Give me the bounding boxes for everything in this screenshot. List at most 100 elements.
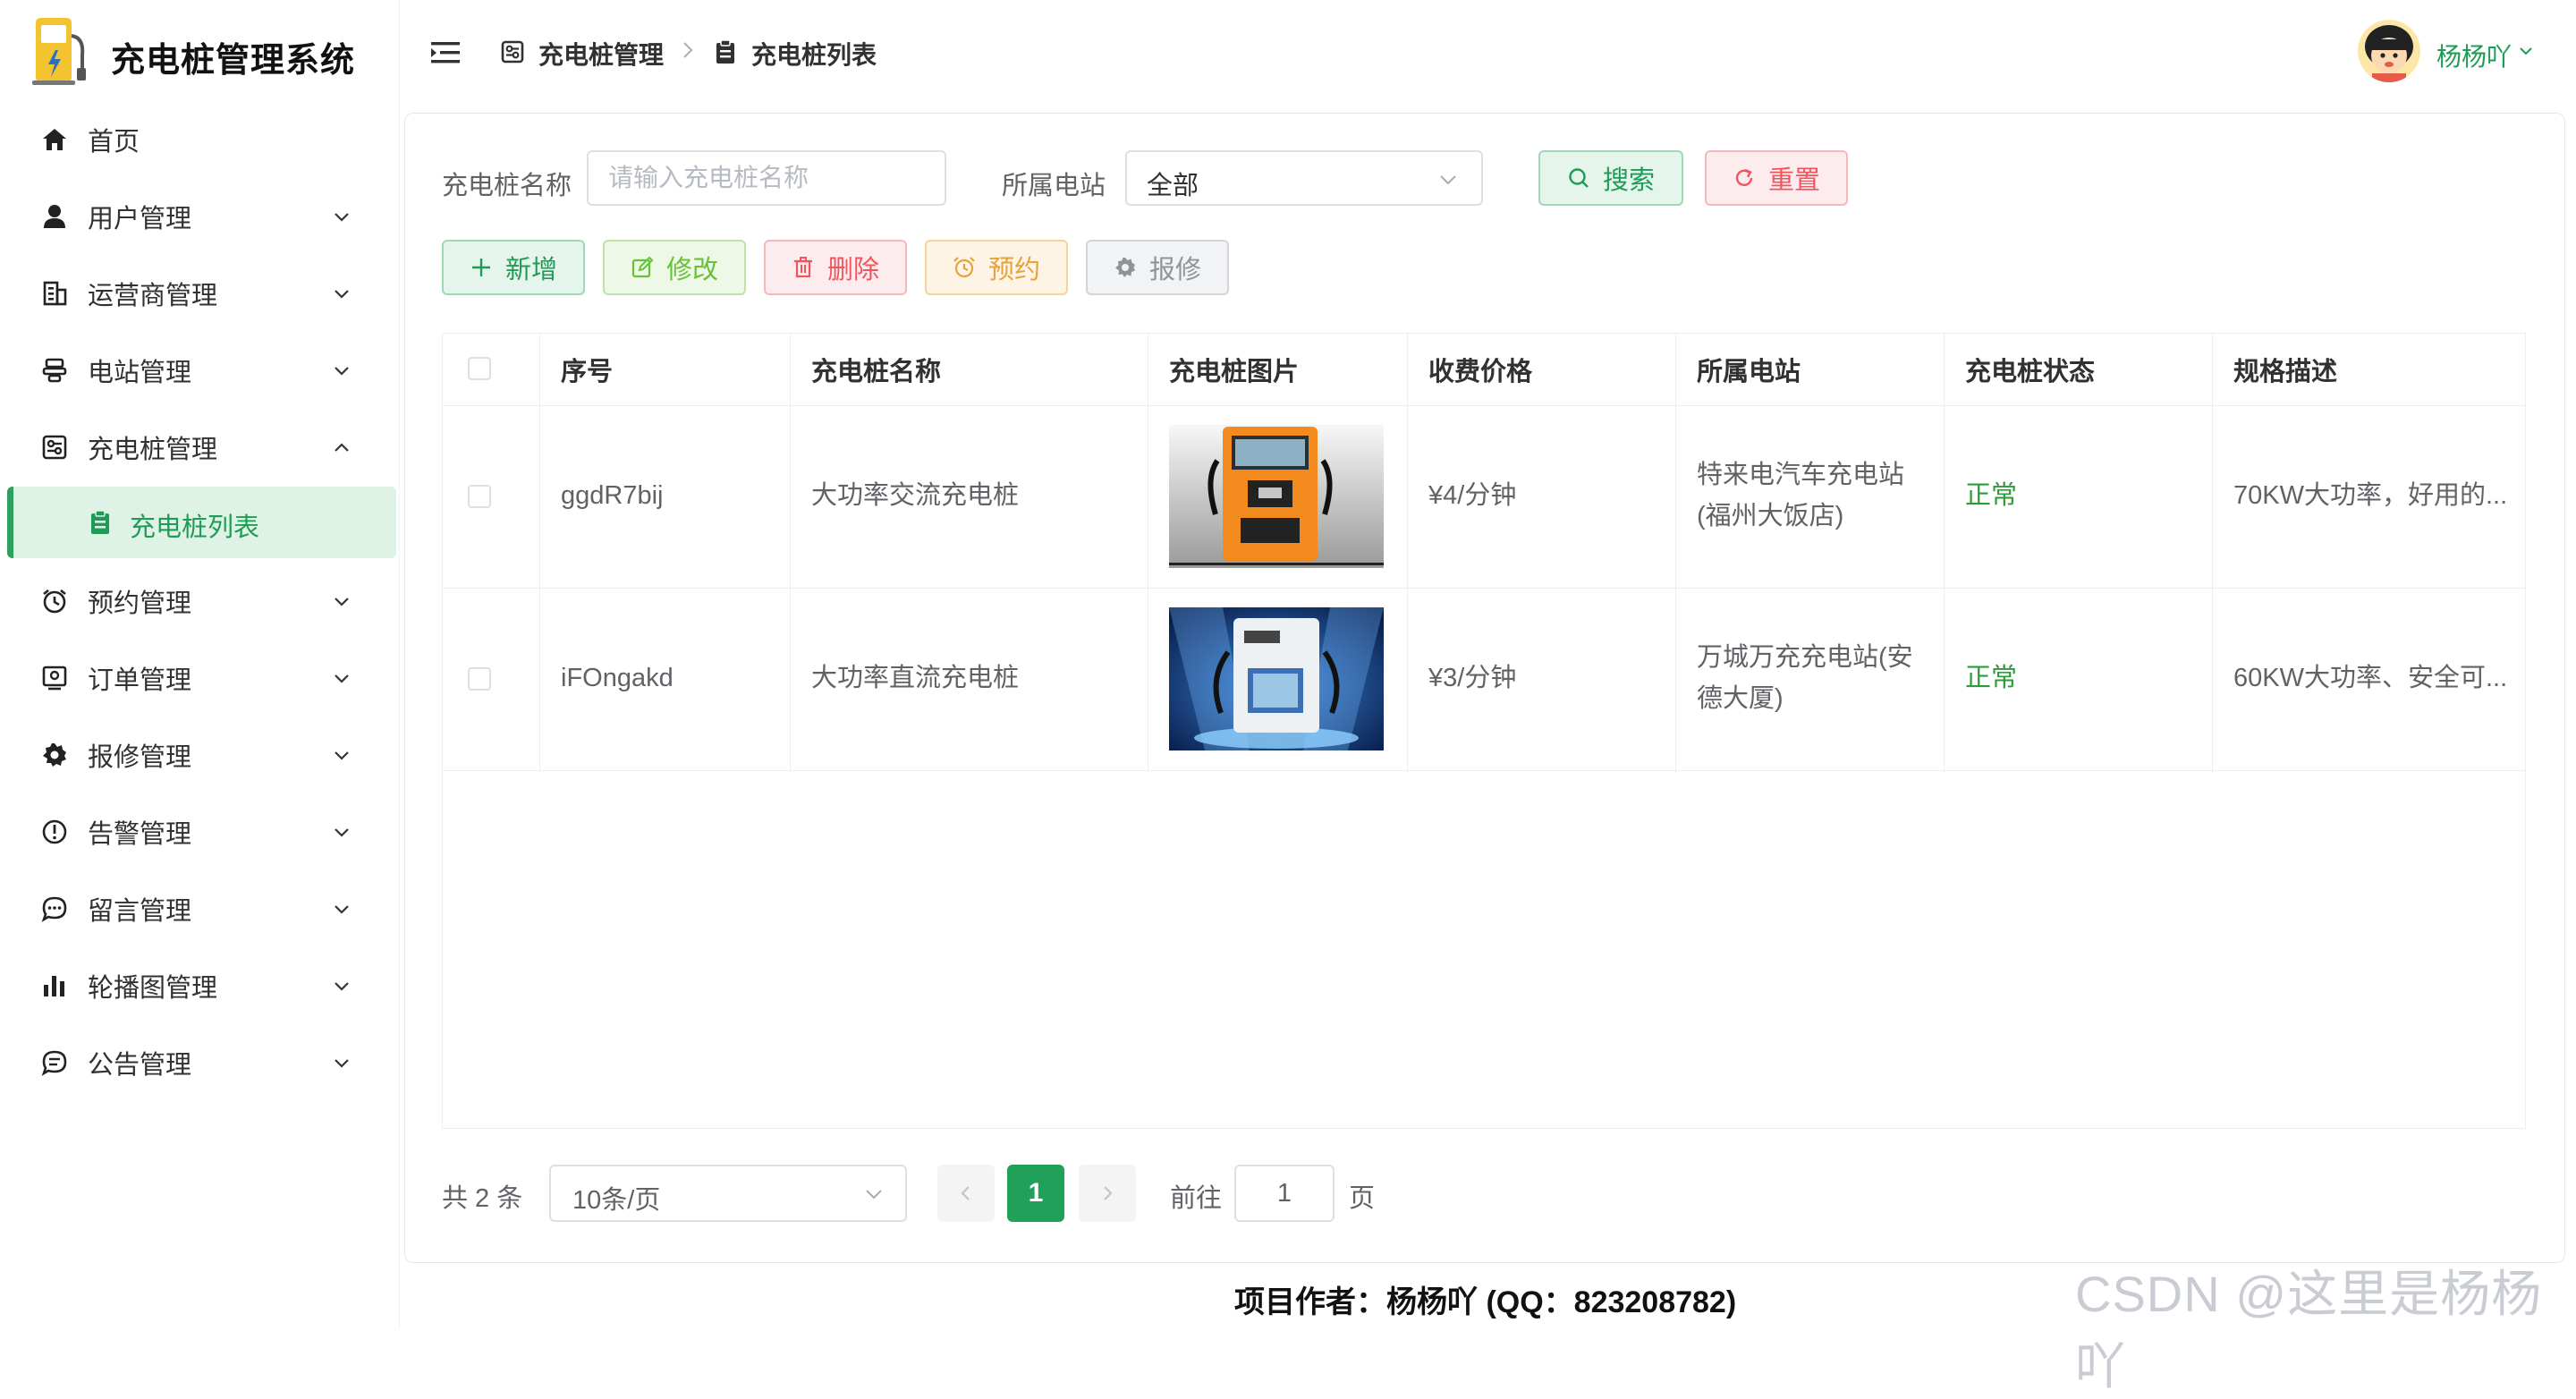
refresh-icon (1735, 168, 1753, 186)
chevron-left-icon (961, 1186, 970, 1200)
plus-icon (471, 259, 490, 276)
user-icon (44, 205, 65, 228)
breadcrumb-item-charger-list: 充电桩列表 (751, 41, 877, 69)
charger-name-input[interactable] (587, 150, 946, 206)
cell-spec: 60KW大功率、安全可... (2233, 664, 2508, 692)
chevron-down-icon (335, 1059, 349, 1068)
charger-icon (501, 40, 524, 64)
prev-page-button[interactable] (937, 1165, 995, 1222)
user-name[interactable]: 杨杨吖 (2436, 38, 2512, 73)
select-all-checkbox[interactable] (468, 357, 491, 380)
charger-image[interactable] (1169, 607, 1384, 750)
sidebar-item-carousel[interactable]: 轮播图管理 (0, 950, 399, 1022)
chevron-down-icon (335, 751, 349, 760)
chevron-down-icon (335, 598, 349, 606)
collapse-menu-icon[interactable] (431, 39, 462, 66)
charger-image[interactable] (1169, 425, 1384, 568)
add-button[interactable]: 新增 (442, 240, 585, 295)
edit-button-label: 修改 (665, 256, 718, 284)
charger-name-label: 充电桩名称 (442, 172, 572, 200)
sidebar-item-label: 运营商管理 (88, 282, 218, 310)
station-label: 所属电站 (1002, 172, 1106, 200)
goto-label: 前往 (1170, 1184, 1223, 1213)
cell-price: ¥3/分钟 (1428, 664, 1517, 692)
footer-author: 项目作者：杨杨吖 (QQ：823208782) (1234, 1285, 1737, 1319)
chevron-down-icon (335, 674, 349, 683)
sidebar-item-label: 订单管理 (88, 666, 192, 695)
goto-page-input[interactable] (1234, 1165, 1335, 1222)
bar-chart-icon (44, 976, 64, 996)
cartoon-avatar-icon (2358, 20, 2420, 82)
chevron-down-icon (335, 213, 349, 222)
sidebar-item-label: 充电桩管理 (88, 436, 218, 464)
charger-icon (42, 435, 67, 460)
add-button-label: 新增 (504, 256, 557, 284)
sidebar-item-messages[interactable]: 留言管理 (0, 873, 399, 945)
alarm-clock-icon (43, 589, 66, 614)
cell-name: 大功率直流充电桩 (811, 664, 1020, 692)
column-header-station: 所属电站 (1697, 358, 1801, 386)
avatar[interactable] (2358, 20, 2420, 82)
search-button-label: 搜索 (1602, 166, 1655, 195)
sidebar-item-home[interactable]: 首页 (0, 104, 399, 175)
sidebar-item-label: 留言管理 (88, 897, 192, 926)
sidebar-item-orders[interactable]: 订单管理 (0, 642, 399, 714)
search-button[interactable]: 搜索 (1538, 150, 1683, 206)
chevron-down-icon (335, 828, 349, 837)
reserve-button[interactable]: 预约 (925, 240, 1068, 295)
column-header-status: 充电桩状态 (1965, 358, 2096, 386)
gear-icon (43, 743, 66, 767)
ac-charger-photo-icon (1169, 425, 1384, 568)
sidebar-item-label: 预约管理 (88, 589, 192, 618)
sidebar-item-label: 首页 (88, 128, 140, 157)
delete-button[interactable]: 删除 (764, 240, 907, 295)
chevron-down-icon (1440, 175, 1456, 185)
reset-button[interactable]: 重置 (1705, 150, 1848, 206)
order-icon (42, 666, 67, 691)
sidebar-subitem-label: 充电桩列表 (130, 513, 260, 542)
cell-station-line2: 德大厦) (1697, 684, 1784, 713)
chevron-right-icon (1104, 1186, 1113, 1200)
sidebar-item-reservations[interactable]: 预约管理 (0, 565, 399, 637)
gear-icon (1114, 258, 1135, 277)
edit-icon (631, 256, 654, 278)
row-checkbox[interactable] (468, 485, 491, 508)
sidebar-item-repairs[interactable]: 报修管理 (0, 719, 399, 791)
cell-name: 大功率交流充电桩 (811, 481, 1020, 510)
cell-id: iFOngakd (561, 664, 674, 692)
sidebar-item-stations[interactable]: 电站管理 (0, 335, 399, 406)
cell-status: 正常 (1965, 664, 2018, 692)
sidebar-item-notices[interactable]: 公告管理 (0, 1027, 399, 1098)
sidebar-item-label: 报修管理 (88, 743, 192, 772)
charger-table: 序号 充电桩名称 充电桩图片 收费价格 所属电站 充电桩状态 规格描述 ggdR… (442, 333, 2526, 1129)
column-header-price: 收费价格 (1428, 358, 1533, 386)
sidebar-item-label: 轮播图管理 (88, 974, 218, 1003)
charging-station-logo-icon (32, 18, 86, 85)
sidebar-subitem-charger-list[interactable]: 充电桩列表 (7, 487, 396, 558)
edit-button[interactable]: 修改 (603, 240, 746, 295)
station-icon (42, 358, 67, 383)
sidebar-item-users[interactable]: 用户管理 (0, 181, 399, 252)
cell-spec: 70KW大功率，好用的... (2233, 481, 2508, 510)
building-icon (43, 281, 67, 306)
chevron-down-icon (335, 290, 349, 299)
column-header-name: 充电桩名称 (811, 358, 942, 386)
next-page-button[interactable] (1079, 1165, 1136, 1222)
repair-button-label: 报修 (1148, 256, 1201, 284)
home-icon (43, 129, 66, 150)
sidebar-item-alarms[interactable]: 告警管理 (0, 796, 399, 868)
warning-icon (42, 819, 67, 844)
alarm-clock-icon (953, 257, 975, 278)
page-number-current[interactable]: 1 (1007, 1165, 1064, 1222)
sidebar-item-operators[interactable]: 运营商管理 (0, 258, 399, 329)
app-title: 充电桩管理系统 (111, 42, 356, 80)
repair-button[interactable]: 报修 (1086, 240, 1229, 295)
message-icon (41, 896, 67, 922)
station-select[interactable]: 全部 (1125, 150, 1483, 206)
page-size-select[interactable]: 10条/页 (549, 1165, 907, 1222)
sidebar-item-chargers[interactable]: 充电桩管理 (0, 411, 399, 483)
row-checkbox[interactable] (468, 667, 491, 691)
notice-icon (41, 1050, 67, 1076)
chevron-down-icon[interactable] (2519, 45, 2533, 57)
breadcrumb-item-charger-management[interactable]: 充电桩管理 (538, 36, 664, 72)
